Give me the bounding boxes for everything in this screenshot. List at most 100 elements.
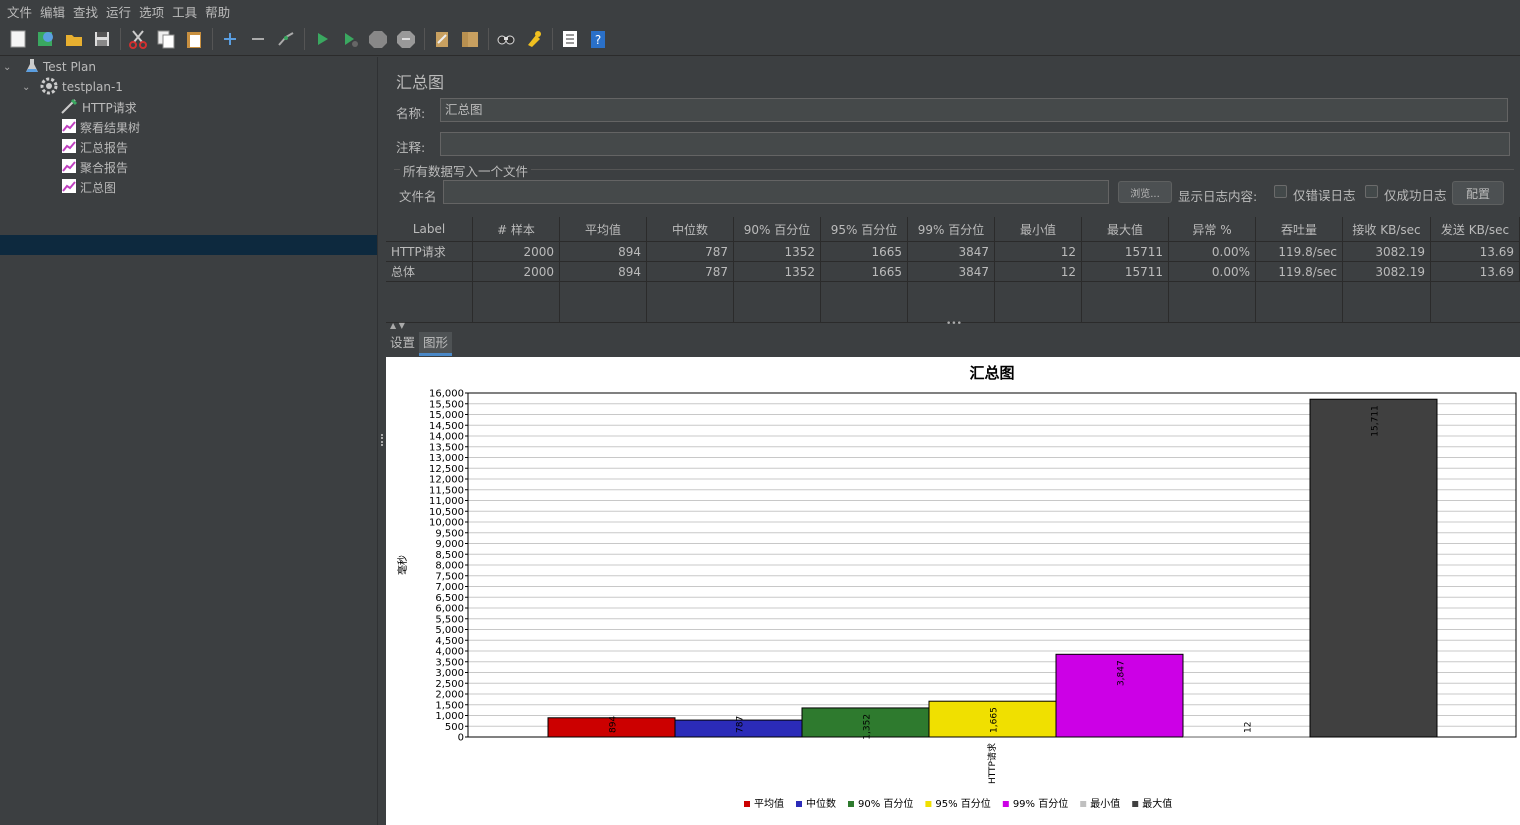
column-header[interactable]: 90% 百分位 — [734, 217, 821, 242]
bar-5 — [1183, 736, 1310, 738]
help-icon[interactable]: ? — [586, 27, 610, 51]
table-cell: 3847 — [908, 242, 995, 262]
search-icon[interactable] — [494, 27, 518, 51]
menu-search[interactable]: 查找 — [69, 2, 102, 21]
toolbar-separator — [552, 27, 553, 50]
split-pane-divider[interactable] — [377, 57, 386, 825]
y-tick-label: 3,000 — [435, 668, 464, 679]
filename-field[interactable] — [443, 180, 1109, 204]
table-cell: 0.00% — [1169, 262, 1256, 282]
table-cell: 2000 — [473, 262, 560, 282]
graph-icon — [62, 138, 76, 156]
success-only-checkbox[interactable] — [1365, 185, 1378, 198]
menu-file[interactable]: 文件 — [3, 2, 36, 21]
start-no-pause-icon[interactable] — [338, 27, 362, 51]
chevron-down-icon[interactable]: ⌄ — [3, 62, 17, 73]
tree-item-summary-graph[interactable]: 汇总图 — [62, 177, 116, 197]
column-header[interactable]: 最大值 — [1082, 217, 1169, 242]
errors-only-checkbox[interactable] — [1274, 185, 1287, 198]
column-header[interactable]: 99% 百分位 — [908, 217, 995, 242]
test-plan-tree: ⌄ Test Plan ⌄ testplan-1 HTTP请求 察看结果树 汇总… — [0, 57, 377, 825]
expand-arrows-icon[interactable]: ▲ ▼ — [390, 321, 405, 330]
column-header[interactable]: 吞吐量 — [1256, 217, 1343, 242]
column-header[interactable]: 接收 KB/sec — [1343, 217, 1431, 242]
toolbar-separator — [424, 27, 425, 50]
tree-item-summary-report[interactable]: 汇总报告 — [62, 137, 128, 157]
tree-item-aggregate-report[interactable]: 聚合报告 — [62, 157, 128, 177]
menu-run[interactable]: 运行 — [102, 2, 135, 21]
menu-tools[interactable]: 工具 — [168, 2, 201, 21]
tree-item-test-plan[interactable]: ⌄ Test Plan — [3, 57, 96, 77]
table-cell: 1665 — [821, 262, 908, 282]
bar-value-label: 1,352 — [863, 714, 873, 740]
column-header[interactable]: 发送 KB/sec — [1431, 217, 1520, 242]
legend-entry: 95% 百分位 — [935, 797, 990, 810]
menu-options[interactable]: 选项 — [135, 2, 168, 21]
y-tick-label: 3,500 — [435, 657, 464, 668]
column-header[interactable]: 平均值 — [560, 217, 647, 242]
name-label: 名称: — [396, 106, 426, 121]
save-icon[interactable] — [90, 27, 114, 51]
open-icon[interactable] — [62, 27, 86, 51]
column-divider — [559, 242, 560, 322]
split-pane-divider-horizontal[interactable]: ▲ ▼ ••• — [386, 319, 1520, 330]
copy-icon[interactable] — [154, 27, 178, 51]
table-cell: 894 — [560, 242, 647, 262]
table-cell: 787 — [647, 242, 734, 262]
templates-icon[interactable] — [34, 27, 58, 51]
table-cell: 2000 — [473, 242, 560, 262]
column-header[interactable]: 最小值 — [995, 217, 1082, 242]
menu-help[interactable]: 帮助 — [201, 2, 234, 21]
y-tick-label: 13,000 — [429, 453, 464, 464]
clear-all-icon[interactable] — [458, 27, 482, 51]
tab-graph[interactable]: 图形 — [419, 332, 453, 356]
legend-entry: 最大值 — [1142, 797, 1172, 810]
log-content-label: 显示日志内容: — [1178, 189, 1258, 204]
y-tick-label: 4,000 — [435, 647, 464, 658]
tab-settings[interactable]: 设置 — [386, 332, 419, 356]
column-header[interactable]: Label — [386, 217, 473, 242]
column-divider — [820, 242, 821, 322]
column-header[interactable]: 95% 百分位 — [821, 217, 908, 242]
y-tick-label: 12,000 — [429, 475, 464, 486]
browse-button[interactable]: 浏览... — [1118, 181, 1172, 203]
collapse-icon[interactable] — [246, 27, 270, 51]
comment-field[interactable] — [440, 132, 1510, 156]
start-icon[interactable] — [310, 27, 334, 51]
column-divider — [733, 242, 734, 322]
tree-item-http-request[interactable]: HTTP请求 — [60, 97, 137, 117]
name-field[interactable]: 汇总图 — [440, 98, 1508, 122]
legend-swatch — [848, 801, 854, 807]
toolbar: ? — [0, 22, 1520, 56]
menu-edit[interactable]: 编辑 — [36, 2, 69, 21]
column-header[interactable]: # 样本 — [473, 217, 560, 242]
reset-search-icon[interactable] — [522, 27, 546, 51]
column-divider — [646, 242, 647, 322]
table-cell: 1352 — [734, 242, 821, 262]
y-tick-label: 9,000 — [435, 539, 464, 550]
tree-item-label: HTTP请求 — [82, 100, 137, 115]
tree-item-thread-group[interactable]: ⌄ testplan-1 — [22, 77, 123, 97]
function-helper-icon[interactable] — [558, 27, 582, 51]
shutdown-icon[interactable] — [394, 27, 418, 51]
cut-icon[interactable] — [126, 27, 150, 51]
expand-icon[interactable] — [218, 27, 242, 51]
column-header[interactable]: 异常 % — [1169, 217, 1256, 242]
new-icon[interactable] — [6, 27, 30, 51]
table-cell: 119.8/sec — [1256, 242, 1343, 262]
stop-icon[interactable] — [366, 27, 390, 51]
clear-icon[interactable] — [430, 27, 454, 51]
tree-item-label: 察看结果树 — [80, 120, 141, 135]
y-tick-label: 0 — [458, 733, 464, 744]
errors-only-label: 仅错误日志 — [1293, 188, 1356, 203]
paste-icon[interactable] — [182, 27, 206, 51]
table-cell: 3847 — [908, 262, 995, 282]
toggle-icon[interactable] — [274, 27, 298, 51]
chevron-down-icon[interactable]: ⌄ — [22, 82, 36, 93]
configure-button[interactable]: 配置 — [1452, 181, 1504, 205]
column-header[interactable]: 中位数 — [647, 217, 734, 242]
y-tick-label: 1,000 — [435, 711, 464, 722]
y-tick-label: 7,000 — [435, 582, 464, 593]
tree-item-view-results-tree[interactable]: 察看结果树 — [62, 117, 140, 137]
column-divider — [994, 242, 995, 322]
